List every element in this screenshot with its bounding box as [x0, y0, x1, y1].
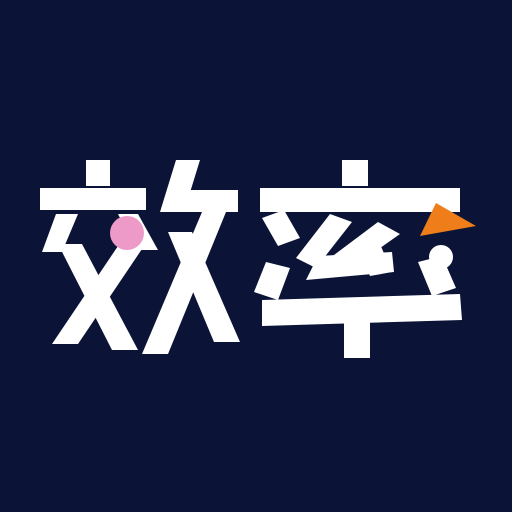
xiao-dot — [86, 160, 110, 186]
lv-stem — [344, 318, 370, 358]
logo-artwork — [0, 0, 512, 512]
accent-dot-pink — [110, 216, 144, 250]
xiao-top-bar — [40, 188, 146, 210]
xiao-right-bar — [168, 190, 238, 212]
lv-top-bar — [260, 188, 460, 212]
lv-dot — [342, 160, 368, 186]
app-icon: 效率 — [0, 0, 512, 512]
accent-dot-white — [429, 245, 453, 269]
